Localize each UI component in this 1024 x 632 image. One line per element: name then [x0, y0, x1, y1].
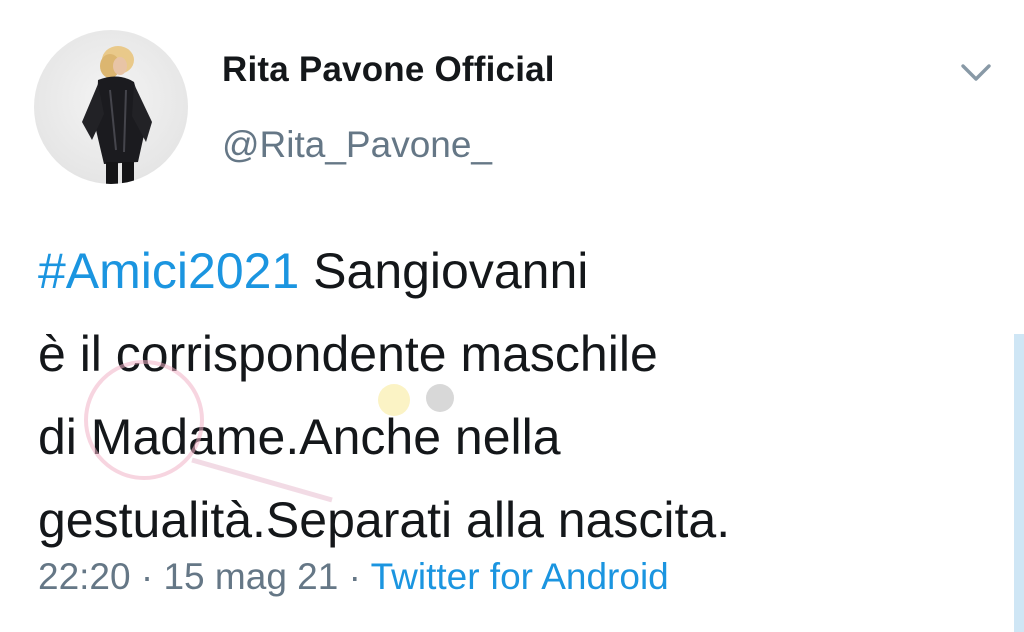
avatar-photo	[82, 46, 152, 184]
chevron-down-icon[interactable]	[958, 58, 994, 86]
avatar[interactable]	[34, 30, 188, 184]
tweet-date[interactable]: 15 mag 21	[163, 556, 338, 597]
display-name[interactable]: Rita Pavone Official	[222, 50, 555, 90]
scrollbar[interactable]	[1014, 334, 1024, 632]
hashtag-link[interactable]: #Amici2021	[38, 243, 299, 299]
tweet-text: #Amici2021 Sangiovanni è il corrisponden…	[38, 230, 998, 562]
tweet-time[interactable]: 22:20	[38, 556, 131, 597]
meta-separator: ·	[338, 556, 371, 597]
tweet-card: Rita Pavone Official @Rita_Pavone_ #Amic…	[0, 0, 1024, 632]
meta-separator: ·	[130, 556, 164, 597]
user-handle[interactable]: @Rita_Pavone_	[222, 124, 492, 166]
tweet-source[interactable]: Twitter for Android	[371, 556, 669, 597]
tweet-meta: 22:20 · 15 mag 21 · Twitter for Android	[38, 556, 669, 598]
